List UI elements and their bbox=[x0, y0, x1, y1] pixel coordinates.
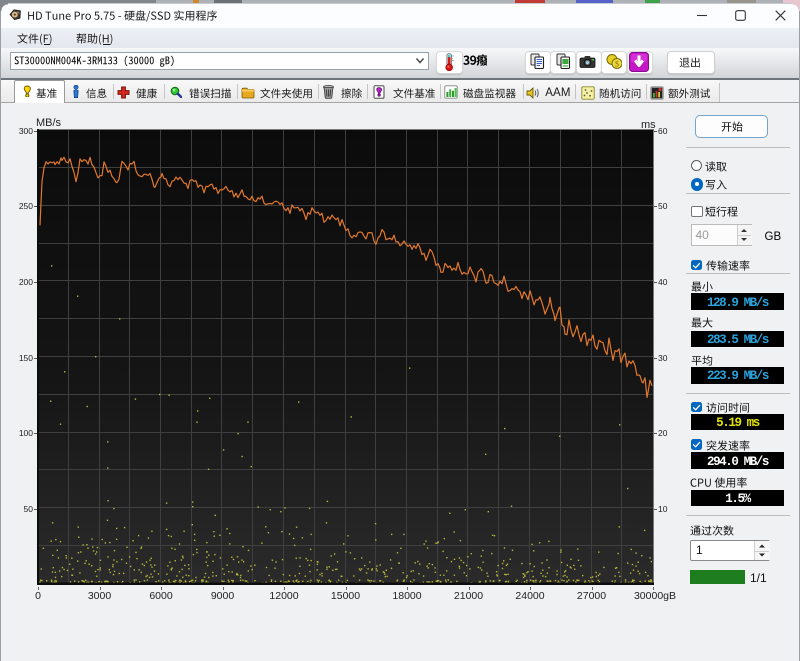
svg-text:$: $ bbox=[615, 59, 619, 68]
